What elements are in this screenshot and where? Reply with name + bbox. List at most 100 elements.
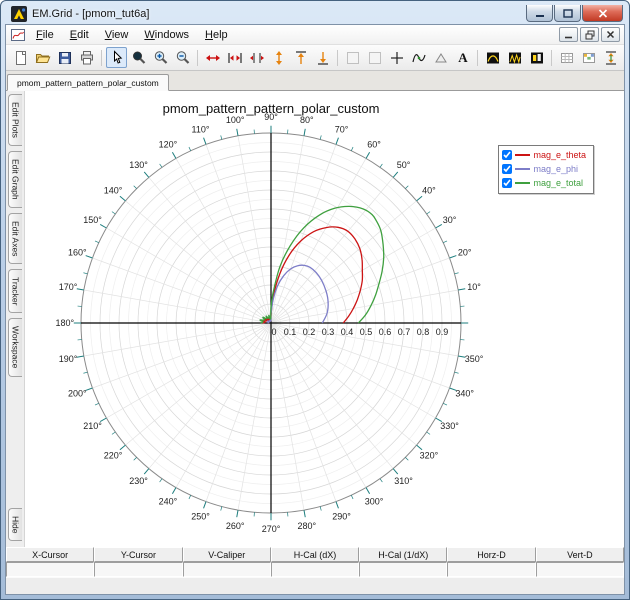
open-file-icon[interactable] [32, 47, 53, 68]
svg-text:30°: 30° [443, 215, 457, 225]
mdi-restore-button[interactable] [580, 27, 599, 42]
scroll-horizontal-icon[interactable] [224, 47, 245, 68]
close-button[interactable] [582, 5, 623, 22]
new-document-icon[interactable] [10, 47, 31, 68]
legend-item-mag-e-phi: mag_e_phi [502, 162, 586, 176]
status-header-vert-d: Vert-D [536, 547, 624, 562]
legend-swatch [515, 154, 530, 156]
toolbar-separator [197, 50, 198, 66]
titlebar: EM.Grid - [pmom_tut6a] [5, 1, 625, 24]
align-bottom-icon[interactable] [312, 47, 333, 68]
svg-text:190°: 190° [59, 354, 78, 364]
align-top-icon[interactable] [290, 47, 311, 68]
toolbar-separator [551, 50, 552, 66]
menu-items: FileEditViewWindowsHelp [28, 26, 236, 44]
legend: mag_e_thetamag_e_phimag_e_total [498, 145, 594, 194]
svg-text:80°: 80° [300, 115, 314, 125]
menu-windows[interactable]: Windows [136, 26, 197, 44]
mdi-close-button[interactable] [601, 27, 620, 42]
add-text-icon[interactable]: A [452, 47, 473, 68]
sidebar-tab-edit-axes[interactable]: Edit Axes [8, 213, 21, 264]
svg-text:240°: 240° [159, 497, 178, 507]
svg-text:0.4: 0.4 [341, 327, 354, 337]
sidebar-tab-edit-plots[interactable]: Edit Plots [8, 94, 21, 146]
svg-text:260°: 260° [226, 521, 245, 531]
svg-text:60°: 60° [367, 140, 381, 150]
grid-table-icon[interactable] [556, 47, 577, 68]
grid-color-icon[interactable] [578, 47, 599, 68]
save-icon[interactable] [54, 47, 75, 68]
main-area: Edit Plots Edit Graph Edit Axes Tracker Work… [6, 91, 624, 547]
texture-dark-3-icon[interactable] [526, 47, 547, 68]
svg-text:10°: 10° [467, 282, 481, 292]
svg-text:230°: 230° [129, 476, 148, 486]
svg-text:130°: 130° [129, 160, 148, 170]
svg-text:280°: 280° [297, 521, 316, 531]
status-value-cell [271, 562, 359, 577]
sidebar-tab-workspace[interactable]: Workspace [8, 318, 21, 376]
svg-text:160°: 160° [68, 248, 87, 258]
texture-dark-2-icon[interactable] [504, 47, 525, 68]
legend-checkbox-mag-e-phi[interactable] [502, 164, 512, 174]
status-value-cell [447, 562, 535, 577]
fit-plot-vertical-icon[interactable] [600, 47, 621, 68]
sidebar-tab-hide[interactable]: Hide [8, 508, 21, 541]
status-header-x-cursor: X-Cursor [6, 547, 94, 562]
zoom-out-icon[interactable] [172, 47, 193, 68]
print-icon[interactable] [76, 47, 97, 68]
window-title: EM.Grid - [pmom_tut6a] [32, 8, 149, 20]
svg-text:290°: 290° [332, 512, 351, 522]
legend-swatch [515, 168, 530, 170]
minimize-button[interactable] [526, 5, 553, 22]
svg-text:100°: 100° [226, 115, 245, 125]
sidebar-tab-edit-graph[interactable]: Edit Graph [8, 151, 21, 208]
status-value-cell [6, 562, 94, 577]
svg-text:0.5: 0.5 [360, 327, 373, 337]
app-logo-icon[interactable] [11, 6, 27, 22]
add-curve-icon[interactable] [408, 47, 429, 68]
zoom-box-icon[interactable] [128, 47, 149, 68]
svg-text:180°: 180° [55, 318, 74, 328]
sidebar-tab-tracker[interactable]: Tracker [8, 269, 21, 314]
svg-text:20°: 20° [458, 248, 472, 258]
document-icon[interactable] [10, 27, 26, 43]
svg-text:0: 0 [271, 327, 276, 337]
margin-horizontal-icon[interactable] [246, 47, 267, 68]
status-message-bar [6, 577, 624, 594]
blank-toggle-2-icon[interactable] [364, 47, 385, 68]
menu-view[interactable]: View [97, 26, 137, 44]
blank-toggle-1-icon[interactable] [342, 47, 363, 68]
texture-dark-1-icon[interactable] [482, 47, 503, 68]
menu-edit[interactable]: Edit [62, 26, 97, 44]
zoom-in-icon[interactable] [150, 47, 171, 68]
fit-width-icon[interactable] [202, 47, 223, 68]
legend-swatch [515, 182, 530, 184]
status-value-cell [94, 562, 182, 577]
legend-checkbox-mag-e-total[interactable] [502, 178, 512, 188]
legend-checkbox-mag-e-theta[interactable] [502, 150, 512, 160]
svg-text:70°: 70° [335, 124, 349, 134]
menu-help[interactable]: Help [197, 26, 236, 44]
svg-text:210°: 210° [83, 421, 102, 431]
maximize-button[interactable] [554, 5, 581, 22]
status-value-cell [183, 562, 271, 577]
plot-area[interactable]: 10°20°30°40°50°60°70°80°90°100°110°120°1… [25, 91, 624, 547]
svg-text:200°: 200° [68, 389, 87, 399]
svg-text:220°: 220° [104, 451, 123, 461]
tab-pmom-pattern-polar-custom[interactable]: pmom_pattern_pattern_polar_custom [7, 74, 169, 91]
svg-text:0.1: 0.1 [284, 327, 297, 337]
status-header-v-caliper: V-Caliper [183, 547, 271, 562]
svg-text:350°: 350° [465, 354, 484, 364]
add-triangle-icon[interactable] [430, 47, 451, 68]
svg-text:310°: 310° [394, 476, 413, 486]
status-value-cell [359, 562, 447, 577]
fit-height-icon[interactable] [268, 47, 289, 68]
select-cursor-icon[interactable] [106, 47, 127, 68]
app-window: EM.Grid - [pmom_tut6a] FileEditViewWindo… [0, 0, 630, 600]
mdi-minimize-button[interactable] [559, 27, 578, 42]
add-crosshair-icon[interactable] [386, 47, 407, 68]
status-header-h-cal-dx: H-Cal (dX) [271, 547, 359, 562]
status-value-cell [536, 562, 624, 577]
legend-label: mag_e_theta [533, 150, 586, 160]
menu-file[interactable]: File [28, 26, 62, 44]
